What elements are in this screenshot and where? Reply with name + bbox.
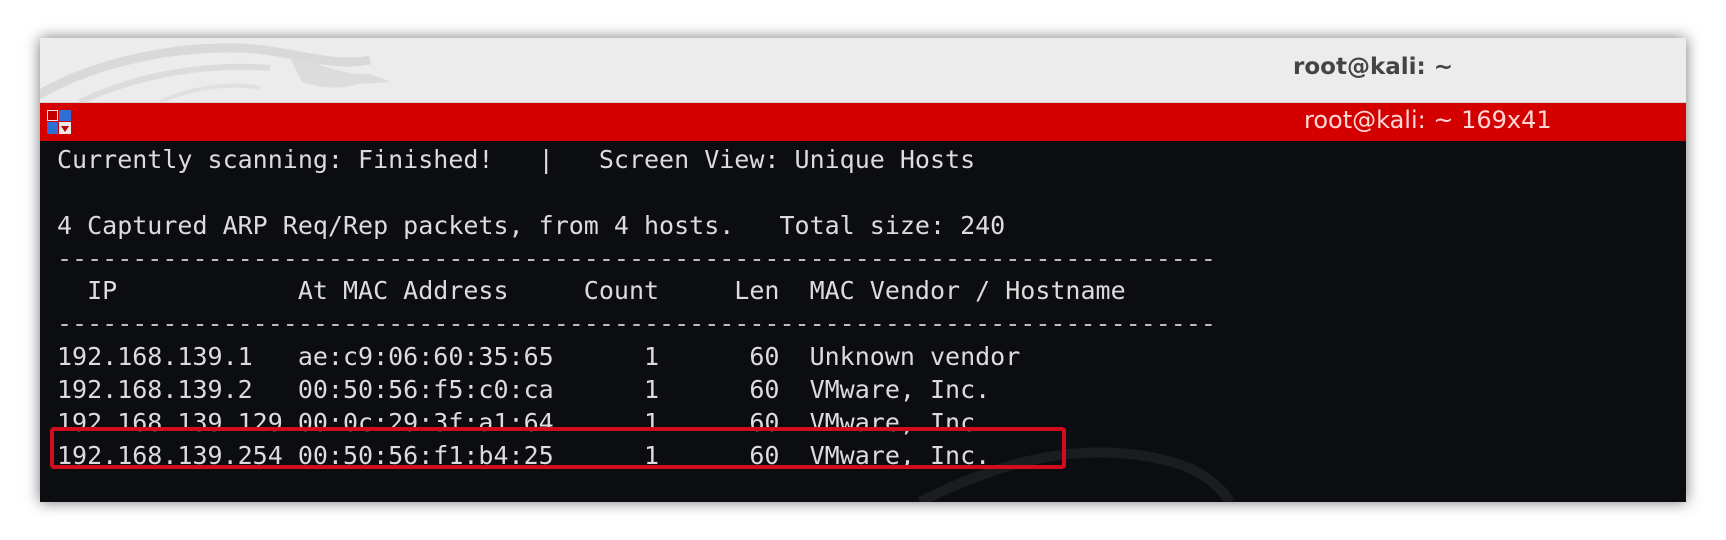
table-separator-bottom: ----------------------------------------… bbox=[57, 309, 1216, 338]
tab-bar: root@kali: ~ 169x41 bbox=[40, 103, 1686, 141]
host-row: 192.168.139.1 ae:c9:06:60:35:65 1 60 Unk… bbox=[57, 342, 1021, 371]
highlight-box bbox=[50, 427, 1066, 469]
host-row: 192.168.139.2 00:50:56:f5:c0:ca 1 60 VMw… bbox=[57, 375, 991, 404]
table-separator-top: ----------------------------------------… bbox=[57, 244, 1216, 273]
scan-status-line: Currently scanning: Finished! | Screen V… bbox=[57, 145, 976, 174]
terminal-icon[interactable] bbox=[47, 110, 71, 134]
window-titlebar[interactable]: root@kali: ~ bbox=[40, 38, 1686, 103]
kali-dragon-icon bbox=[40, 43, 390, 102]
window-title: root@kali: ~ bbox=[1293, 54, 1454, 80]
terminal-window: root@kali: ~ root@kali: ~ 169x41 Current… bbox=[40, 38, 1686, 502]
packet-summary-line: 4 Captured ARP Req/Rep packets, from 4 h… bbox=[57, 211, 1006, 240]
terminal-output[interactable]: Currently scanning: Finished! | Screen V… bbox=[40, 141, 1686, 502]
table-header: IP At MAC Address Count Len MAC Vendor /… bbox=[57, 276, 1126, 305]
tab-title[interactable]: root@kali: ~ 169x41 bbox=[1304, 106, 1552, 134]
